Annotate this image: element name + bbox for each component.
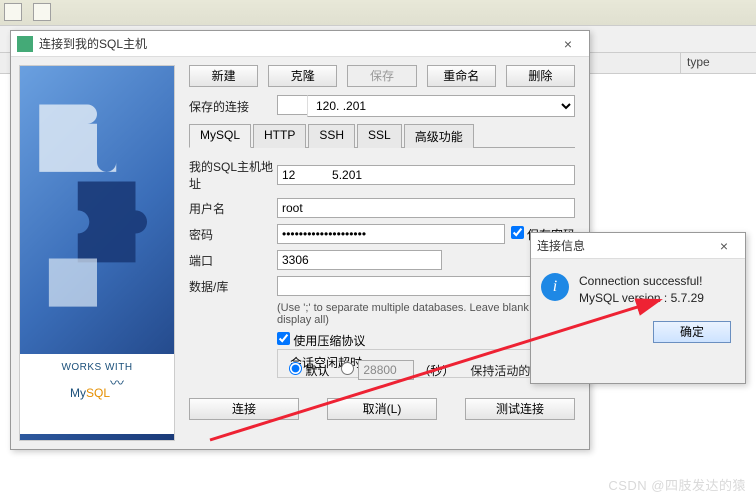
action-button-row: 新建 克隆 保存 重命名 删除	[189, 65, 575, 87]
new-button[interactable]: 新建	[189, 65, 258, 87]
idle-default-radio[interactable]: 默认	[289, 362, 329, 379]
saved-connection-label: 保存的连接	[189, 98, 277, 115]
tab-mysql[interactable]: MySQL	[189, 124, 251, 148]
compress-checkbox[interactable]: 使用压缩协议	[277, 334, 365, 348]
tab-http[interactable]: HTTP	[253, 124, 306, 148]
info-icon: i	[541, 273, 569, 301]
clone-button[interactable]: 克隆	[268, 65, 337, 87]
info-line2: MySQL version : 5.7.29	[579, 290, 704, 307]
tab-ssh[interactable]: SSH	[308, 124, 355, 148]
mysql-logo: WORKS WITH MySQL〰	[20, 354, 174, 434]
toolbar-icon[interactable]	[33, 3, 51, 21]
connection-dialog: 连接到我的SQL主机 × WORKS WITH MySQL〰 新建 克隆	[10, 30, 590, 450]
delete-button[interactable]: 删除	[506, 65, 575, 87]
ok-button[interactable]: 确定	[653, 321, 731, 343]
save-button[interactable]: 保存	[347, 65, 416, 87]
tab-advanced[interactable]: 高级功能	[404, 124, 474, 148]
info-line1: Connection successful!	[579, 273, 704, 290]
titlebar[interactable]: 连接到我的SQL主机 ×	[11, 31, 589, 57]
toolbar-icon[interactable]	[4, 3, 22, 21]
password-label: 密码	[189, 226, 277, 243]
column-header-type[interactable]: type	[680, 52, 756, 74]
dialog-title: 连接到我的SQL主机	[39, 35, 553, 52]
logo-works-with: WORKS WITH	[20, 362, 174, 373]
idle-custom-radio[interactable]	[341, 362, 354, 378]
test-connection-button[interactable]: 测试连接	[465, 398, 575, 420]
info-titlebar[interactable]: 连接信息 ×	[531, 233, 745, 259]
database-label: 数据/库	[189, 278, 277, 295]
dolphin-icon: 〰	[110, 375, 124, 391]
user-input[interactable]	[277, 198, 575, 218]
logo-sql: SQL	[86, 386, 110, 400]
info-title: 连接信息	[537, 237, 709, 254]
cancel-button[interactable]: 取消(L)	[327, 398, 437, 420]
password-input[interactable]	[277, 224, 505, 244]
bottom-button-row: 连接 取消(L) 测试连接	[189, 390, 575, 420]
form-area: 新建 克隆 保存 重命名 删除 保存的连接 120. .201 MySQL HT…	[183, 57, 589, 449]
tab-ssl[interactable]: SSL	[357, 124, 402, 148]
host-label: 我的SQL主机地址	[189, 158, 277, 192]
side-image: WORKS WITH MySQL〰	[19, 65, 175, 441]
connect-button[interactable]: 连接	[189, 398, 299, 420]
watermark: CSDN @四肢发达的猿	[608, 475, 746, 494]
user-label: 用户名	[189, 200, 277, 217]
app-icon	[17, 36, 33, 52]
saved-connection-select[interactable]: 120. .201	[307, 95, 575, 117]
idle-seconds-input[interactable]	[358, 360, 414, 380]
port-input[interactable]	[277, 250, 442, 270]
color-swatch[interactable]	[277, 95, 307, 115]
tab-bar: MySQL HTTP SSH SSL 高级功能	[189, 123, 575, 148]
background-toolbar	[0, 0, 756, 26]
info-dialog: 连接信息 × i Connection successful! MySQL ve…	[530, 232, 746, 384]
rename-button[interactable]: 重命名	[427, 65, 496, 87]
close-icon[interactable]: ×	[709, 238, 739, 254]
idle-unit: （秒）	[418, 362, 454, 379]
puzzle-graphic	[20, 66, 174, 355]
host-input[interactable]	[277, 165, 575, 185]
logo-my: My	[70, 386, 86, 400]
port-label: 端口	[189, 252, 277, 269]
close-icon[interactable]: ×	[553, 36, 583, 52]
